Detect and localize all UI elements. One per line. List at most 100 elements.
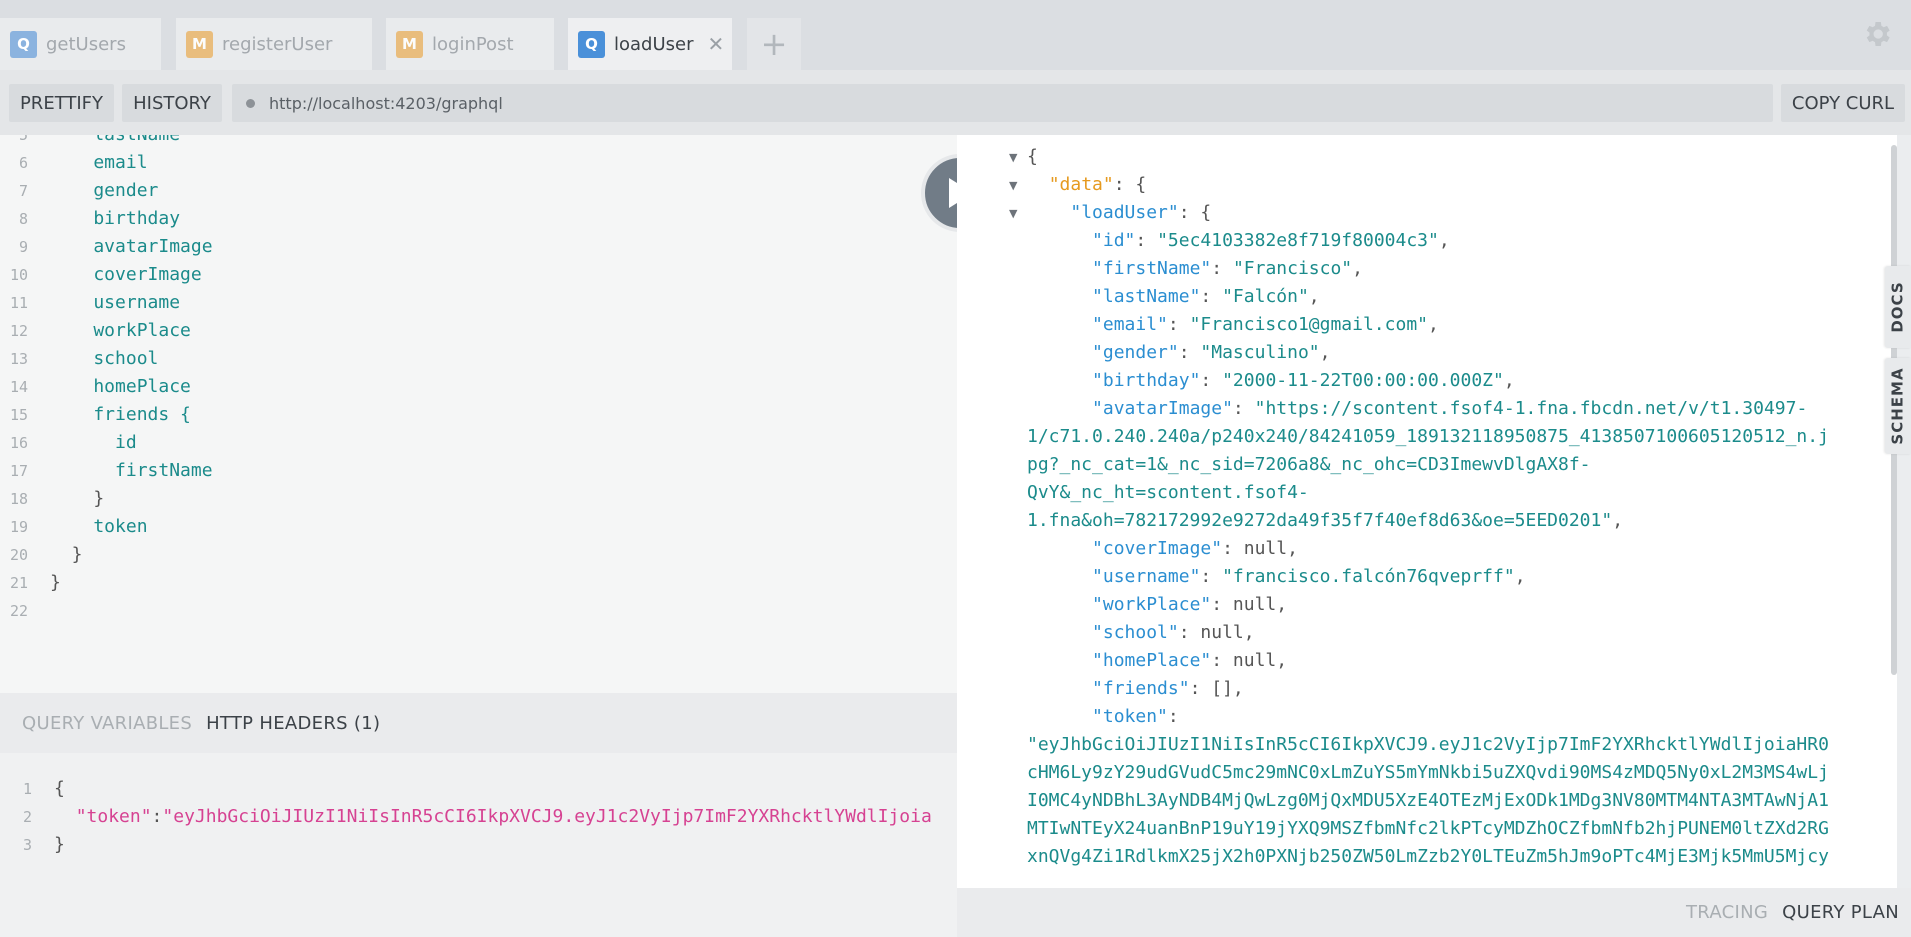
editor-line-text: friends { xyxy=(50,404,191,425)
tab-bar: Q getUsers M registerUser M loginPost Q … xyxy=(0,0,1911,70)
result-key: "avatarImage" xyxy=(1092,398,1233,419)
result-punctuation: : { xyxy=(1113,174,1147,195)
tab-registeruser[interactable]: M registerUser xyxy=(176,18,372,70)
editor-line: 15 friends { xyxy=(0,401,957,429)
result-key: "birthday" xyxy=(1092,370,1201,391)
result-key: "school" xyxy=(1092,622,1179,643)
endpoint-url-text: http://localhost:4203/graphql xyxy=(269,93,503,113)
result-punctuation: : null, xyxy=(1211,650,1288,671)
prettify-button[interactable]: PRETTIFY xyxy=(9,84,114,122)
result-line: 1.fna&oh=782172992e9272da49f35f7f40ef8d6… xyxy=(1027,507,1623,535)
collapse-arrow-icon[interactable]: ▼ xyxy=(1009,207,1021,220)
query-editor[interactable]: 5 lastName6 email7 gender8 birthday9 ava… xyxy=(0,135,957,693)
headers-line-content: "token":"eyJhbGciOiJIUzI1NiIsInR5cCI6Ikp… xyxy=(75,806,932,827)
docs-tab[interactable]: DOCS xyxy=(1885,266,1911,348)
result-line: "birthday": "2000-11-22T00:00:00.000Z", xyxy=(1092,370,1515,391)
result-value: "2000-11-22T00:00:00.000Z" xyxy=(1222,370,1504,391)
endpoint-url-input[interactable]: http://localhost:4203/graphql xyxy=(232,84,1773,122)
editor-line-text: } xyxy=(50,544,83,565)
result-value: QvY&_nc_ht=scontent.fsof4- xyxy=(1027,482,1309,503)
result-line: xnQVg4Zi1RdlkmX25jX2h0PXNjb250ZW50LmZzb2… xyxy=(1027,843,1829,871)
result-key: "workPlace" xyxy=(1092,594,1212,615)
query-plan-tab[interactable]: QUERY PLAN xyxy=(1782,902,1899,923)
result-pane: ▼{▼ "data": {▼ "loadUser": { "id": "5ec4… xyxy=(957,135,1897,888)
tab-query-variables[interactable]: QUERY VARIABLES xyxy=(22,713,192,734)
schema-tab[interactable]: SCHEMA xyxy=(1885,358,1911,454)
line-number: 3 xyxy=(22,836,32,854)
result-line: 1/c71.0.240.240a/p240x240/84241059_18913… xyxy=(1027,423,1829,451)
result-punctuation: : null, xyxy=(1211,594,1288,615)
editor-line: 18 } xyxy=(0,485,957,513)
result-line: I0MC4yNDBhL3AyNDB4MjQwLzg0MjQxMDU5XzE4OT… xyxy=(1027,787,1829,815)
history-button[interactable]: HISTORY xyxy=(122,84,222,122)
editor-line-text: school xyxy=(50,348,159,369)
line-number: 20 xyxy=(9,546,28,564)
result-line: "workPlace": null, xyxy=(1027,591,1287,619)
editor-line-text: workPlace xyxy=(50,320,191,341)
result-line: "lastName": "Falcón", xyxy=(1092,286,1320,307)
copy-curl-button[interactable]: COPY CURL xyxy=(1781,84,1905,122)
result-value: cHM6Ly9zY29udGVudC5mc29mNC0xLmZuYS5mYmNk… xyxy=(1027,762,1829,783)
result-line: "username": "francisco.falcón76qveprff", xyxy=(1092,566,1526,587)
variables-header: QUERY VARIABLES HTTP HEADERS (1) xyxy=(0,693,957,753)
editor-line: 7 gender xyxy=(0,177,957,205)
result-key: "gender" xyxy=(1092,342,1179,363)
editor-line: 17 firstName xyxy=(0,457,957,485)
result-line: "gender": "Masculino", xyxy=(1092,342,1331,363)
line-number: 10 xyxy=(9,266,28,284)
result-key: "id" xyxy=(1092,230,1136,251)
editor-line-text: token xyxy=(50,516,148,537)
editor-line: 22 xyxy=(0,597,957,625)
headers-line: 1{ xyxy=(0,775,957,803)
result-punctuation: : { xyxy=(1178,202,1212,223)
tracing-tab[interactable]: TRACING xyxy=(1686,902,1768,923)
line-number: 19 xyxy=(9,518,28,536)
editor-line: 11 username xyxy=(0,289,957,317)
result-value: "Masculino" xyxy=(1200,342,1320,363)
result-value: 1/c71.0.240.240a/p240x240/84241059_18913… xyxy=(1027,426,1829,447)
editor-line: 10 coverImage xyxy=(0,261,957,289)
line-number: 22 xyxy=(9,602,28,620)
result-punctuation: : [], xyxy=(1189,678,1244,699)
editor-line-text: birthday xyxy=(50,208,181,229)
result-key: "coverImage" xyxy=(1092,538,1223,559)
editor-line-text: homePlace xyxy=(50,376,191,397)
result-value: pg?_nc_cat=1&_nc_sid=7206a8&_nc_ohc=CD3I… xyxy=(1027,454,1591,475)
result-value: I0MC4yNDBhL3AyNDB4MjQwLzg0MjQxMDU5XzE4OT… xyxy=(1027,790,1829,811)
result-key: "loadUser" xyxy=(1070,202,1179,223)
line-number: 2 xyxy=(22,808,32,826)
mutation-badge-icon: M xyxy=(186,30,213,58)
tab-label: loginPost xyxy=(432,33,514,55)
result-punctuation: : null, xyxy=(1178,622,1255,643)
close-tab-icon[interactable]: ✕ xyxy=(708,32,725,56)
collapse-arrow-icon[interactable]: ▼ xyxy=(1009,151,1021,164)
result-key: "lastName" xyxy=(1092,286,1201,307)
editor-line-text: id xyxy=(50,432,137,453)
result-value: "Falcón" xyxy=(1222,286,1309,307)
result-line: "eyJhbGciOiJIUzI1NiIsInR5cCI6IkpXVCJ9.ey… xyxy=(1027,731,1829,759)
editor-line-text: firstName xyxy=(50,460,213,481)
result-punctuation: , xyxy=(1438,230,1450,251)
result-key: "email" xyxy=(1092,314,1168,335)
editor-line-text: email xyxy=(50,152,148,173)
tab-http-headers[interactable]: HTTP HEADERS (1) xyxy=(206,713,380,734)
tab-loginpost[interactable]: M loginPost xyxy=(386,18,554,70)
tab-getusers[interactable]: Q getUsers xyxy=(0,18,161,70)
tab-label: registerUser xyxy=(222,33,333,55)
line-number: 15 xyxy=(9,406,28,424)
result-value: "Francisco" xyxy=(1232,258,1353,279)
result-value: "Francisco1@gmail.com" xyxy=(1189,314,1428,335)
add-tab-button[interactable]: + xyxy=(747,18,801,70)
result-key: "firstName" xyxy=(1092,258,1212,279)
tab-loaduser[interactable]: Q loadUser ✕ xyxy=(568,18,732,70)
headers-line: 2 "token":"eyJhbGciOiJIUzI1NiIsInR5cCI6I… xyxy=(0,803,957,831)
headers-editor[interactable]: 1{2 "token":"eyJhbGciOiJIUzI1NiIsInR5cCI… xyxy=(0,753,957,937)
headers-line-content: { xyxy=(54,778,65,799)
editor-line: 6 email xyxy=(0,149,957,177)
line-number: 12 xyxy=(9,322,28,340)
result-line: "token": xyxy=(1027,703,1179,731)
result-line: "friends": [], xyxy=(1027,675,1244,703)
gear-icon[interactable] xyxy=(1861,18,1893,50)
collapse-arrow-icon[interactable]: ▼ xyxy=(1009,179,1021,192)
schema-tab-label: SCHEMA xyxy=(1889,367,1907,445)
